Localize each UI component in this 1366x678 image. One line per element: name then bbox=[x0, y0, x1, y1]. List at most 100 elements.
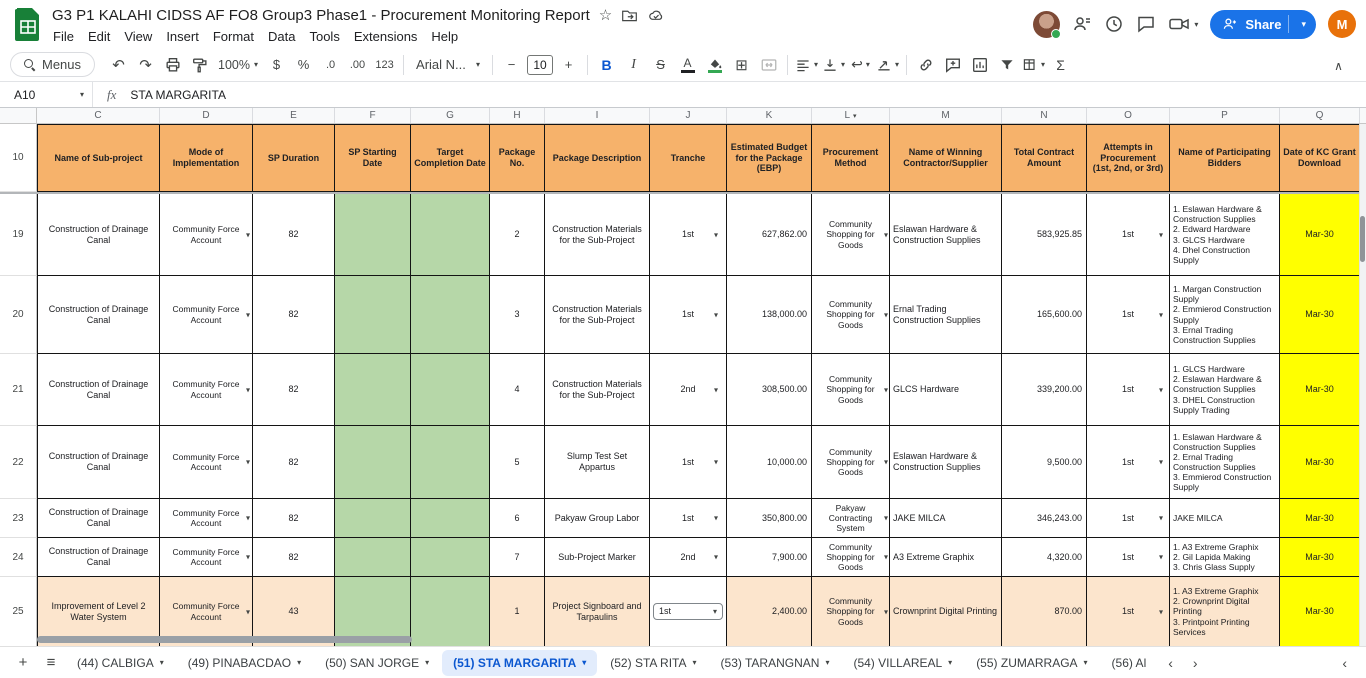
cell-H21[interactable]: 4 bbox=[490, 354, 545, 426]
dropdown-caret-icon[interactable]: ▾ bbox=[714, 552, 718, 561]
decrease-font-size-button[interactable]: − bbox=[499, 52, 524, 77]
column-header-D[interactable]: D bbox=[160, 108, 253, 123]
dropdown-caret-icon[interactable]: ▾ bbox=[1159, 230, 1163, 239]
cell-M19[interactable]: Eslawan Hardware & Construction Supplies bbox=[890, 194, 1002, 276]
insert-link-button[interactable] bbox=[913, 52, 938, 77]
cell-D21[interactable]: Community Force Account ▾ bbox=[160, 354, 253, 426]
cell-Q22[interactable]: Mar-30 bbox=[1280, 426, 1360, 499]
cell-D22[interactable]: Community Force Account ▾ bbox=[160, 426, 253, 499]
cell-F20[interactable] bbox=[335, 276, 411, 354]
column-header-J[interactable]: J bbox=[650, 108, 727, 123]
cell-G25[interactable] bbox=[411, 577, 490, 646]
cell-C23[interactable]: Construction of Drainage Canal bbox=[37, 499, 160, 538]
cell-O22[interactable]: 1st ▾ bbox=[1087, 426, 1170, 499]
cell-M22[interactable]: Eslawan Hardware & Construction Supplies bbox=[890, 426, 1002, 499]
number-format-button[interactable]: 123 bbox=[372, 52, 397, 77]
cell-P24[interactable]: 1. A3 Extreme Graphix 2. Gil Lapida Maki… bbox=[1170, 538, 1280, 577]
cell-H25[interactable]: 1 bbox=[490, 577, 545, 646]
dropdown-caret-icon[interactable]: ▾ bbox=[884, 230, 888, 239]
cell-N10[interactable]: Total Contract Amount bbox=[1002, 124, 1087, 192]
tab-caret-icon[interactable]: ▾ bbox=[425, 658, 429, 667]
cell-Q20[interactable]: Mar-30 bbox=[1280, 276, 1360, 354]
dropdown-caret-icon[interactable]: ▾ bbox=[246, 552, 250, 561]
dropdown-caret-icon[interactable]: ▾ bbox=[1159, 385, 1163, 394]
cell-E24[interactable]: 82 bbox=[253, 538, 335, 577]
add-sheet-button[interactable]: + bbox=[10, 650, 36, 676]
increase-decimal-button[interactable]: .00 bbox=[345, 52, 370, 77]
dropdown-caret-icon[interactable]: ▾ bbox=[714, 230, 718, 239]
dropdown-caret-icon[interactable]: ▾ bbox=[1159, 457, 1163, 466]
cell-C19[interactable]: Construction of Drainage Canal bbox=[37, 194, 160, 276]
cell-J22[interactable]: 1st ▾ bbox=[650, 426, 727, 499]
cell-Q23[interactable]: Mar-30 bbox=[1280, 499, 1360, 538]
cell-M21[interactable]: GLCS Hardware bbox=[890, 354, 1002, 426]
cell-N25[interactable]: 870.00 bbox=[1002, 577, 1087, 646]
cell-E20[interactable]: 82 bbox=[253, 276, 335, 354]
column-header-I[interactable]: I bbox=[545, 108, 650, 123]
cell-F10[interactable]: SP Starting Date bbox=[335, 124, 411, 192]
cell-G20[interactable] bbox=[411, 276, 490, 354]
merge-cells-button[interactable] bbox=[756, 52, 781, 77]
undo-button[interactable]: ↶ bbox=[106, 52, 131, 77]
cell-I24[interactable]: Sub-Project Marker bbox=[545, 538, 650, 577]
share-caret-icon[interactable]: ▾ bbox=[1296, 19, 1311, 30]
cell-C24[interactable]: Construction of Drainage Canal bbox=[37, 538, 160, 577]
cell-L21[interactable]: Community Shopping for Goods ▾ bbox=[812, 354, 890, 426]
cell-E23[interactable]: 82 bbox=[253, 499, 335, 538]
cell-I10[interactable]: Package Description bbox=[545, 124, 650, 192]
horizontal-align-button[interactable]: ▾ bbox=[794, 52, 819, 77]
create-filter-button[interactable] bbox=[994, 52, 1019, 77]
column-header-P[interactable]: P bbox=[1170, 108, 1280, 123]
side-panel-collapse-button[interactable]: ‹ bbox=[1333, 652, 1356, 674]
dropdown-caret-icon[interactable]: ▾ bbox=[1159, 552, 1163, 561]
sheet-tab--44-calbiga[interactable]: (44) CALBIGA ▾ bbox=[66, 650, 175, 676]
cell-E19[interactable]: 82 bbox=[253, 194, 335, 276]
row-header-24[interactable]: 24 bbox=[0, 538, 37, 577]
account-avatar[interactable]: M bbox=[1328, 10, 1356, 38]
cell-J24[interactable]: 2nd ▾ bbox=[650, 538, 727, 577]
column-L-filter-icon[interactable]: ▾ bbox=[853, 112, 857, 120]
select-all-corner[interactable] bbox=[0, 108, 37, 123]
cell-L19[interactable]: Community Shopping for Goods ▾ bbox=[812, 194, 890, 276]
vertical-scrollbar[interactable] bbox=[1359, 124, 1366, 646]
font-family-control[interactable]: Arial N... ▾ bbox=[410, 52, 486, 77]
vertical-scroll-thumb[interactable] bbox=[1360, 216, 1365, 262]
dropdown-caret-icon[interactable]: ▾ bbox=[1159, 607, 1163, 616]
dropdown-caret-icon[interactable]: ▾ bbox=[246, 385, 250, 394]
dropdown-caret-icon[interactable]: ▾ bbox=[714, 385, 718, 394]
cell-K24[interactable]: 7,900.00 bbox=[727, 538, 812, 577]
tab-caret-icon[interactable]: ▾ bbox=[825, 658, 829, 667]
version-history-icon[interactable] bbox=[1104, 14, 1124, 34]
increase-font-size-button[interactable]: + bbox=[556, 52, 581, 77]
cell-P21[interactable]: 1. GLCS Hardware 2. Eslawan Hardware & C… bbox=[1170, 354, 1280, 426]
column-header-H[interactable]: H bbox=[490, 108, 545, 123]
italic-button[interactable]: I bbox=[621, 52, 646, 77]
menu-insert[interactable]: Insert bbox=[159, 27, 206, 46]
sheet-tab--51-sta-margarita[interactable]: (51) STA MARGARITA ▾ bbox=[442, 649, 598, 676]
insert-comment-button[interactable] bbox=[940, 52, 965, 77]
cell-N22[interactable]: 9,500.00 bbox=[1002, 426, 1087, 499]
cell-C22[interactable]: Construction of Drainage Canal bbox=[37, 426, 160, 499]
formula-input[interactable]: STA MARGARITA bbox=[130, 88, 226, 102]
sheet-tab--49-pinabacdao[interactable]: (49) PINABACDAO ▾ bbox=[177, 650, 312, 676]
sheet-tab--50-san-jorge[interactable]: (50) SAN JORGE ▾ bbox=[314, 650, 440, 676]
row-header-10[interactable]: 10 bbox=[0, 124, 37, 192]
cell-Q21[interactable]: Mar-30 bbox=[1280, 354, 1360, 426]
column-header-K[interactable]: K bbox=[727, 108, 812, 123]
cell-M23[interactable]: JAKE MILCA bbox=[890, 499, 1002, 538]
cell-L10[interactable]: Procurement Method bbox=[812, 124, 890, 192]
cell-I23[interactable]: Pakyaw Group Labor bbox=[545, 499, 650, 538]
sheet-tab--52-sta-rita[interactable]: (52) STA RITA ▾ bbox=[599, 650, 707, 676]
cell-K10[interactable]: Estimated Budget for the Package (EBP) bbox=[727, 124, 812, 192]
cell-J19[interactable]: 1st ▾ bbox=[650, 194, 727, 276]
tab-caret-icon[interactable]: ▾ bbox=[948, 658, 952, 667]
text-rotation-button[interactable]: ▾ bbox=[875, 52, 900, 77]
tab-caret-icon[interactable]: ▾ bbox=[297, 658, 301, 667]
menu-edit[interactable]: Edit bbox=[81, 27, 117, 46]
text-color-button[interactable]: A bbox=[675, 52, 700, 77]
bold-button[interactable]: B bbox=[594, 52, 619, 77]
cell-P22[interactable]: 1. Eslawan Hardware & Construction Suppl… bbox=[1170, 426, 1280, 499]
dropdown-caret-icon[interactable]: ▾ bbox=[884, 310, 888, 319]
cell-L20[interactable]: Community Shopping for Goods ▾ bbox=[812, 276, 890, 354]
sheets-logo-icon[interactable] bbox=[15, 7, 41, 41]
